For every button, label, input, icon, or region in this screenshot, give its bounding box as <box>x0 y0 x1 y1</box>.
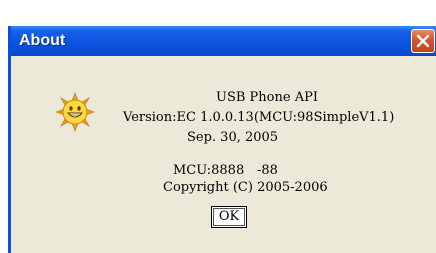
close-button[interactable] <box>411 29 435 53</box>
copyright-text: Copyright (C) 2005-2006 <box>163 180 328 195</box>
window-title: About <box>19 32 66 49</box>
close-icon <box>416 34 430 48</box>
smiley-sun-icon <box>55 92 95 136</box>
version-text: Version:EC 1.0.0.13(MCU:98SimpleV1.1) <box>123 110 395 125</box>
mcu-value: -88 <box>257 163 278 178</box>
product-name: USB Phone API <box>216 90 318 105</box>
title-bar[interactable]: About <box>11 26 436 56</box>
mcu-label: MCU:8888 <box>173 163 245 178</box>
release-date: Sep. 30, 2005 <box>187 130 279 145</box>
ok-button[interactable]: OK <box>211 206 247 228</box>
about-dialog: About USB Phone API Version:EC 1.0.0.13(… <box>8 26 436 253</box>
